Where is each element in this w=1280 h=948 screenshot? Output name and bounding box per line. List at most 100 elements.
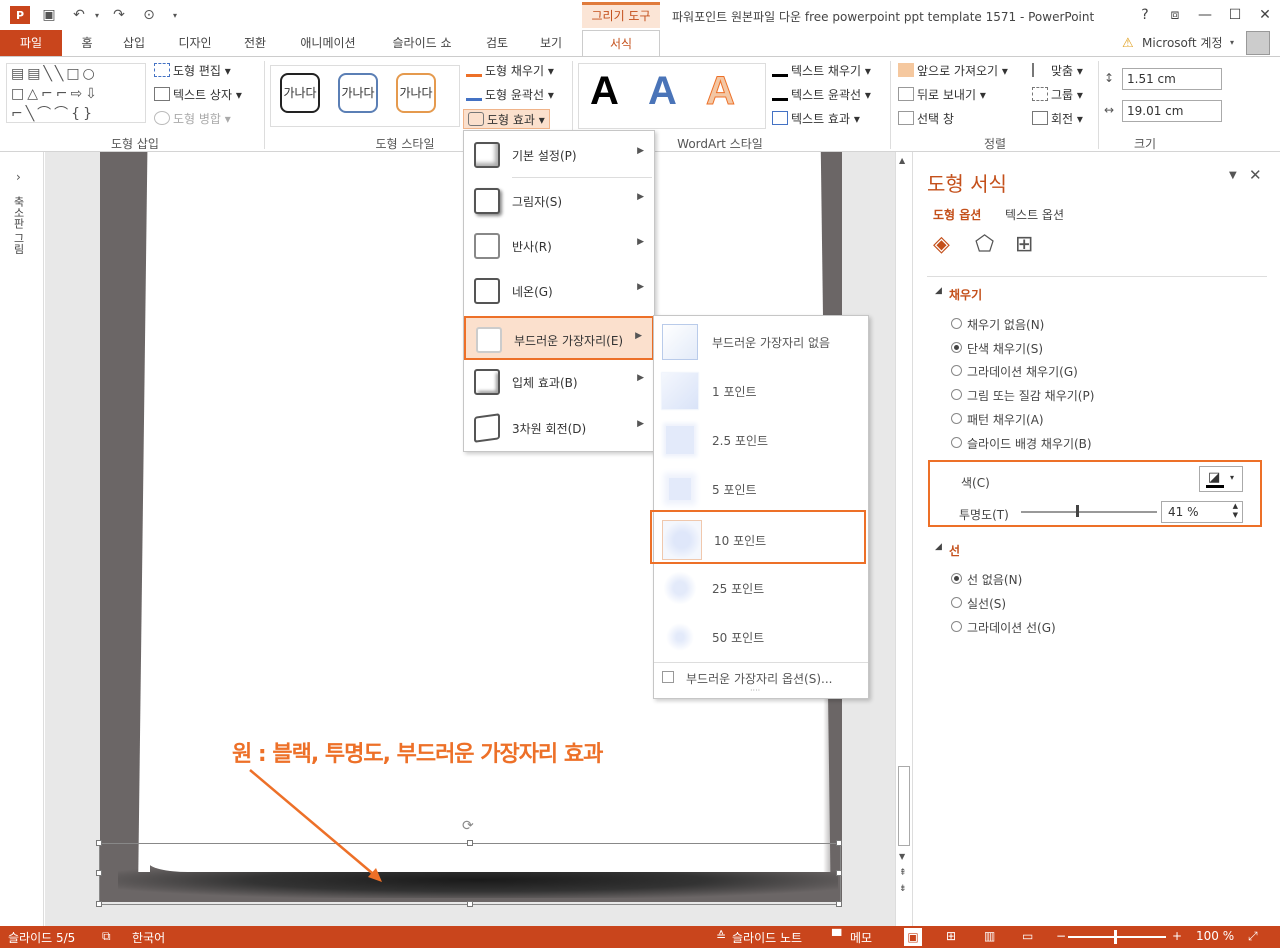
radio-gradient-fill[interactable] [951, 365, 962, 376]
resize-handle[interactable] [96, 840, 102, 846]
undo-dropdown-icon[interactable]: ▾ [88, 6, 106, 24]
menu-item-soft-edges[interactable]: 부드러운 가장자리(E) ▶ [464, 316, 654, 360]
resize-grip-icon[interactable]: ···· [750, 686, 760, 695]
undo-icon[interactable]: ↶ [70, 6, 88, 24]
reading-view-icon[interactable]: ▥ [984, 929, 995, 943]
zoom-level[interactable]: 100 % [1196, 929, 1234, 943]
maximize-button[interactable]: ☐ [1220, 4, 1250, 26]
tab-slideshow[interactable]: 슬라이드 쇼 [380, 30, 464, 56]
resize-handle[interactable] [467, 840, 473, 846]
vertical-scrollbar[interactable]: ▲ ▼ ⇞ ⇟ [895, 152, 911, 926]
previous-slide-icon[interactable]: ⇞ [899, 868, 907, 878]
radio-gradient-line[interactable] [951, 621, 962, 632]
edit-shape-button[interactable]: 도형 편집 ▾ [154, 61, 231, 81]
zoom-slider-thumb[interactable] [1114, 930, 1117, 944]
wordart-style-black[interactable]: A [590, 69, 619, 114]
menu-item-3d-rotation[interactable]: 3차원 회전(D) ▶ [464, 406, 654, 450]
save-icon[interactable]: ▣ [40, 6, 58, 24]
shape-outline-button[interactable]: 도형 윤곽선 ▾ [466, 85, 554, 105]
fill-section-title[interactable]: 채우기 [949, 286, 982, 303]
wordart-style-orange[interactable]: A [706, 69, 736, 114]
radio-picture-fill[interactable] [951, 389, 962, 400]
radio-no-line[interactable] [951, 573, 962, 584]
tab-insert[interactable]: 삽입 [112, 30, 156, 56]
height-input[interactable]: 1.51 cm [1122, 68, 1222, 90]
tab-shape-options[interactable]: 도형 옵션 [933, 206, 981, 223]
rotate-button[interactable]: 회전 ▾ [1032, 109, 1083, 129]
radio-solid-line[interactable] [951, 597, 962, 608]
pane-options-icon[interactable]: ▼ [1229, 170, 1237, 181]
line-section-title[interactable]: 선 [949, 542, 960, 559]
send-backward-button[interactable]: 뒤로 보내기 ▾ [898, 85, 986, 105]
resize-handle[interactable] [96, 870, 102, 876]
help-button[interactable]: ? [1130, 4, 1160, 26]
effects-icon[interactable]: ⬠ [975, 232, 994, 257]
align-button[interactable]: 맞춤 ▾ [1032, 61, 1083, 81]
ribbon-display-options-button[interactable]: ⧈ [1160, 4, 1190, 26]
zoom-out-icon[interactable]: − [1056, 929, 1066, 943]
shape-style-orange[interactable]: 가나다 [396, 73, 436, 113]
shape-style-blue[interactable]: 가나다 [338, 73, 378, 113]
tab-text-options[interactable]: 텍스트 옵션 [1005, 206, 1064, 223]
menu-item-bevel[interactable]: 입체 효과(B) ▶ [464, 360, 654, 404]
close-button[interactable]: ✕ [1250, 4, 1280, 26]
soft-edge-50pt[interactable]: 50 포인트 [654, 613, 868, 659]
slideshow-start-icon[interactable]: ⊙ [140, 6, 158, 24]
redo-icon[interactable]: ↷ [110, 6, 128, 24]
tab-review[interactable]: 검토 [476, 30, 518, 56]
normal-view-icon[interactable]: ▣ [904, 928, 922, 946]
zoom-in-icon[interactable]: + [1172, 929, 1182, 943]
fill-line-icon[interactable]: ◈ [933, 232, 950, 257]
radio-solid-fill[interactable] [951, 342, 962, 353]
bring-forward-button[interactable]: 앞으로 가져오기 ▾ [898, 61, 1008, 81]
resize-handle[interactable] [836, 901, 842, 907]
resize-handle[interactable] [96, 901, 102, 907]
notes-button[interactable]: 슬라이드 노트 [732, 929, 802, 946]
rotation-handle-icon[interactable]: ⟳ [462, 818, 474, 834]
language-indicator[interactable]: 한국어 [132, 929, 165, 946]
shape-fill-button[interactable]: 도형 채우기 ▾ [466, 61, 554, 81]
selection-pane-button[interactable]: 선택 창 [898, 109, 954, 129]
text-outline-button[interactable]: 텍스트 윤곽선 ▾ [772, 85, 871, 105]
tab-design[interactable]: 디자인 [168, 30, 222, 56]
soft-edge-2-5pt[interactable]: 2.5 포인트 [654, 416, 868, 462]
next-slide-icon[interactable]: ⇟ [899, 884, 907, 894]
customize-qat-icon[interactable]: ▾ [166, 6, 184, 24]
close-pane-icon[interactable]: ✕ [1249, 166, 1262, 184]
shape-effects-button[interactable]: 도형 효과 ▾ [463, 109, 550, 129]
collapse-fill-icon[interactable]: ◢ [935, 286, 942, 296]
account-label[interactable]: Microsoft 계정 [1142, 34, 1223, 51]
spellcheck-icon[interactable]: ⧉ [102, 929, 111, 944]
menu-item-preset[interactable]: 기본 설정(P) ▶ [464, 133, 654, 177]
avatar[interactable] [1246, 31, 1270, 55]
menu-item-glow[interactable]: 네온(G) ▶ [464, 269, 654, 313]
menu-item-shadow[interactable]: 그림자(S) ▶ [464, 179, 654, 223]
soft-edge-25pt[interactable]: 25 포인트 [654, 564, 868, 610]
text-effects-button[interactable]: 텍스트 효과 ▾ [772, 109, 860, 129]
radio-no-fill[interactable] [951, 318, 962, 329]
fit-to-window-icon[interactable]: ⤢ [1248, 929, 1258, 944]
scroll-thumb[interactable] [898, 766, 910, 846]
resize-handle[interactable] [836, 840, 842, 846]
soft-edge-10pt[interactable]: 10 포인트 [650, 510, 866, 564]
menu-item-reflection[interactable]: 반사(R) ▶ [464, 224, 654, 268]
tab-animations[interactable]: 애니메이션 [288, 30, 368, 56]
collapse-line-icon[interactable]: ◢ [935, 542, 942, 552]
shape-style-dark[interactable]: 가나다 [280, 73, 320, 113]
size-properties-icon[interactable]: ⊞ [1015, 232, 1033, 257]
radio-slide-bg-fill[interactable] [951, 437, 962, 448]
tab-view[interactable]: 보기 [530, 30, 572, 56]
slideshow-view-icon[interactable]: ▭ [1022, 929, 1033, 943]
soft-edge-1pt[interactable]: 1 포인트 [654, 367, 868, 413]
soft-edge-none[interactable]: 부드러운 가장자리 없음 [654, 318, 868, 364]
tab-transitions[interactable]: 전환 [234, 30, 276, 56]
group-button[interactable]: 그룹 ▾ [1032, 85, 1083, 105]
tab-file[interactable]: 파일 [0, 30, 62, 56]
account-dropdown-icon[interactable]: ▾ [1230, 38, 1234, 47]
zoom-slider-track[interactable] [1068, 936, 1166, 938]
wordart-style-blue[interactable]: A [648, 69, 677, 114]
soft-edge-5pt[interactable]: 5 포인트 [654, 465, 868, 511]
tab-home[interactable]: 홈 [72, 30, 102, 56]
chevron-right-icon[interactable]: › [16, 170, 21, 184]
soft-edge-options[interactable]: 부드러운 가장자리 옵션(S)... [654, 664, 868, 690]
